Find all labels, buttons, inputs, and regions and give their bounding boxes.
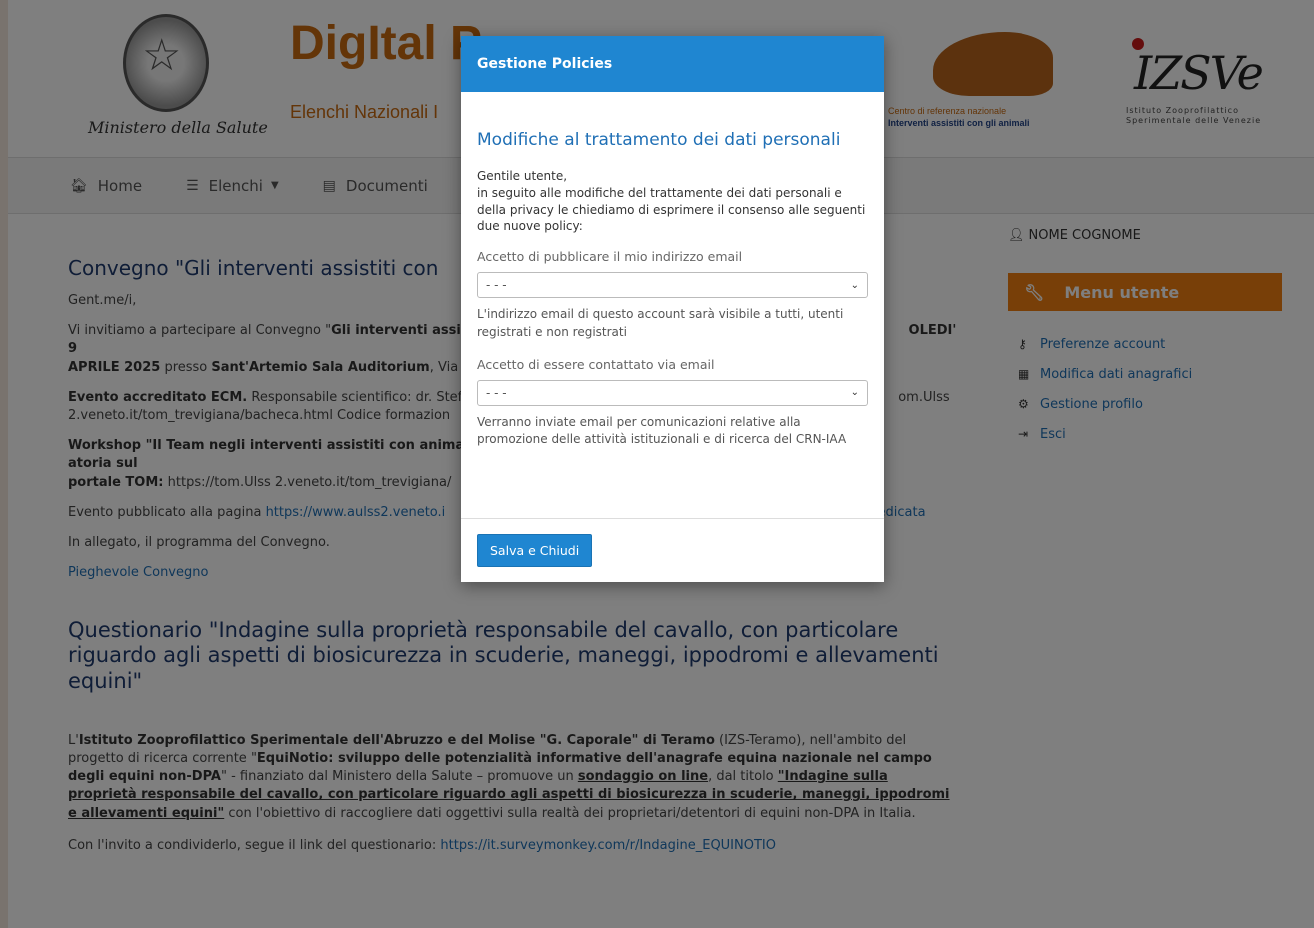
contact-email-label: Accetto di essere contattato via email: [477, 356, 715, 372]
publish-email-label: Accetto di pubblicare il mio indirizzo e…: [477, 249, 743, 265]
contact-email-value: - - -: [486, 385, 507, 400]
publish-email-help: L'indirizzo email di questo account sarà…: [477, 307, 844, 339]
intro-text: in seguito alle modifiche del trattament…: [477, 185, 866, 234]
save-close-button[interactable]: Salva e Chiudi: [477, 534, 593, 567]
chevron-down-icon: ⌄: [850, 387, 859, 399]
publish-email-select[interactable]: - - - ⌄: [477, 272, 868, 299]
contact-email-select[interactable]: - - - ⌄: [477, 379, 868, 406]
chevron-down-icon: ⌄: [850, 279, 859, 291]
contact-email-help: Verranno inviate email per comunicazioni…: [477, 414, 847, 447]
modal-title: Modifiche al trattamento dei dati person…: [477, 130, 841, 150]
intro-greeting: Gentile utente,: [477, 169, 568, 183]
publish-email-value: - - -: [486, 278, 507, 293]
modal-header: Gestione Policies: [461, 36, 884, 92]
modal-footer: Salva e Chiudi: [461, 518, 884, 582]
policies-modal: Gestione Policies Modifiche al trattamen…: [461, 36, 884, 582]
modal-intro: Gentile utente, in seguito alle modifich…: [477, 168, 868, 235]
modal-body: Modifiche al trattamento dei dati person…: [461, 92, 884, 449]
